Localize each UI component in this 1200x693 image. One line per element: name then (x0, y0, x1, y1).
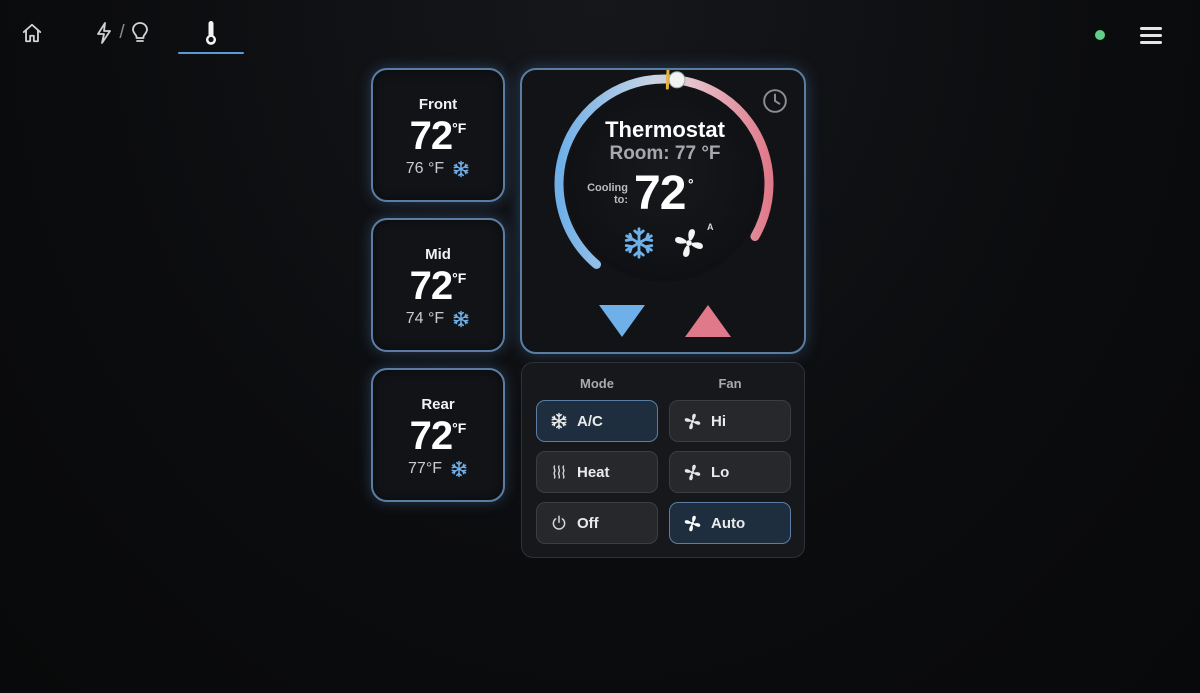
zone-card-mid[interactable]: Mid 72°F 74 °F (371, 218, 505, 352)
triangle-up-icon (685, 305, 731, 337)
mode-heat-button[interactable]: Heat (536, 451, 658, 493)
button-label: Auto (711, 514, 746, 532)
fan-lo-button[interactable]: Lo (669, 451, 791, 493)
heat-waves-icon (550, 463, 568, 481)
active-tab-indicator (178, 52, 244, 54)
nav-separator: / (119, 22, 125, 43)
zone-name: Rear (421, 396, 455, 413)
zone-setpoint: 72°F (373, 114, 503, 159)
zone-setpoint: 72°F (373, 264, 503, 309)
fan-auto-button[interactable]: Auto (669, 502, 791, 544)
zone-setpoint-unit: °F (452, 270, 467, 286)
zone-current-temp: 77°F (408, 460, 442, 477)
thermostat-mode-indicator[interactable] (622, 226, 656, 265)
fan-hi-button[interactable]: Hi (669, 400, 791, 442)
thermostat-setpoint: 72 (634, 167, 686, 220)
button-label: A/C (577, 412, 603, 430)
fan-icon (672, 226, 706, 260)
thermostat-card: Thermostat Room: 77 °F Cooling to: 72 ° … (520, 68, 806, 354)
zone-current: 76 °F (373, 160, 503, 178)
fan-icon (683, 514, 702, 533)
zone-setpoint-unit: °F (452, 120, 467, 136)
hamburger-menu-icon (1140, 27, 1162, 30)
snowflake-icon (452, 160, 470, 178)
bolt-icon (97, 22, 112, 44)
zone-current: 77°F (373, 460, 503, 478)
zone-setpoint-unit: °F (452, 420, 467, 436)
menu-button[interactable] (1136, 22, 1166, 48)
fan-icon (683, 412, 702, 431)
zone-setpoint-value: 72 (409, 114, 453, 158)
zone-name: Mid (425, 246, 451, 263)
power-icon (550, 514, 568, 532)
cooling-to-label: Cooling to: (587, 182, 628, 206)
temperature-down-button[interactable] (598, 304, 646, 343)
room-temperature: Room: 77 °F (609, 143, 721, 164)
thermostat-title: Thermostat (605, 117, 725, 142)
temperature-up-button[interactable] (684, 304, 732, 343)
mode-fan-controls: Mode Fan A/C Heat Off Hi Lo Auto (521, 362, 805, 558)
schedule-button[interactable] (762, 88, 788, 119)
connection-status-dot (1095, 30, 1105, 40)
fan-icon (683, 463, 702, 482)
zone-name: Front (418, 96, 458, 113)
dial-setpoint-knob[interactable] (668, 71, 686, 89)
nav-climate-button[interactable] (178, 14, 244, 54)
nav-power-lights-button[interactable]: / (90, 14, 154, 52)
thermostat-fan-indicator[interactable] (672, 226, 706, 265)
thermometer-icon (206, 21, 216, 45)
button-label: Off (577, 514, 599, 532)
nav-home-button[interactable] (14, 14, 50, 52)
button-label: Hi (711, 412, 726, 430)
lightbulb-icon (131, 22, 148, 42)
snowflake-icon (452, 310, 470, 328)
zone-setpoint: 72°F (373, 414, 503, 459)
mode-header: Mode (580, 376, 614, 391)
zone-setpoint-value: 72 (409, 414, 453, 458)
mode-ac-button[interactable]: A/C (536, 400, 658, 442)
fan-header: Fan (718, 376, 742, 391)
zone-current-temp: 76 °F (405, 160, 445, 177)
button-label: Heat (577, 463, 610, 481)
button-label: Lo (711, 463, 730, 481)
fan-mode-badge: A (707, 222, 714, 232)
zone-card-front[interactable]: Front 72°F 76 °F (371, 68, 505, 202)
top-nav-bar: / (0, 0, 1200, 60)
zone-card-rear[interactable]: Rear 72°F 77°F (371, 368, 505, 502)
zone-current-temp: 74 °F (405, 310, 445, 327)
triangle-down-icon (599, 305, 645, 337)
zone-setpoint-value: 72 (409, 264, 453, 308)
setpoint-degree: ° (688, 176, 694, 192)
snowflake-icon (450, 460, 468, 478)
snowflake-icon (550, 412, 568, 430)
home-icon (22, 23, 42, 43)
mode-off-button[interactable]: Off (536, 502, 658, 544)
snowflake-icon (622, 226, 656, 260)
zone-current: 74 °F (373, 310, 503, 328)
dial-current-temp-marker (665, 70, 670, 90)
clock-icon (763, 89, 787, 113)
